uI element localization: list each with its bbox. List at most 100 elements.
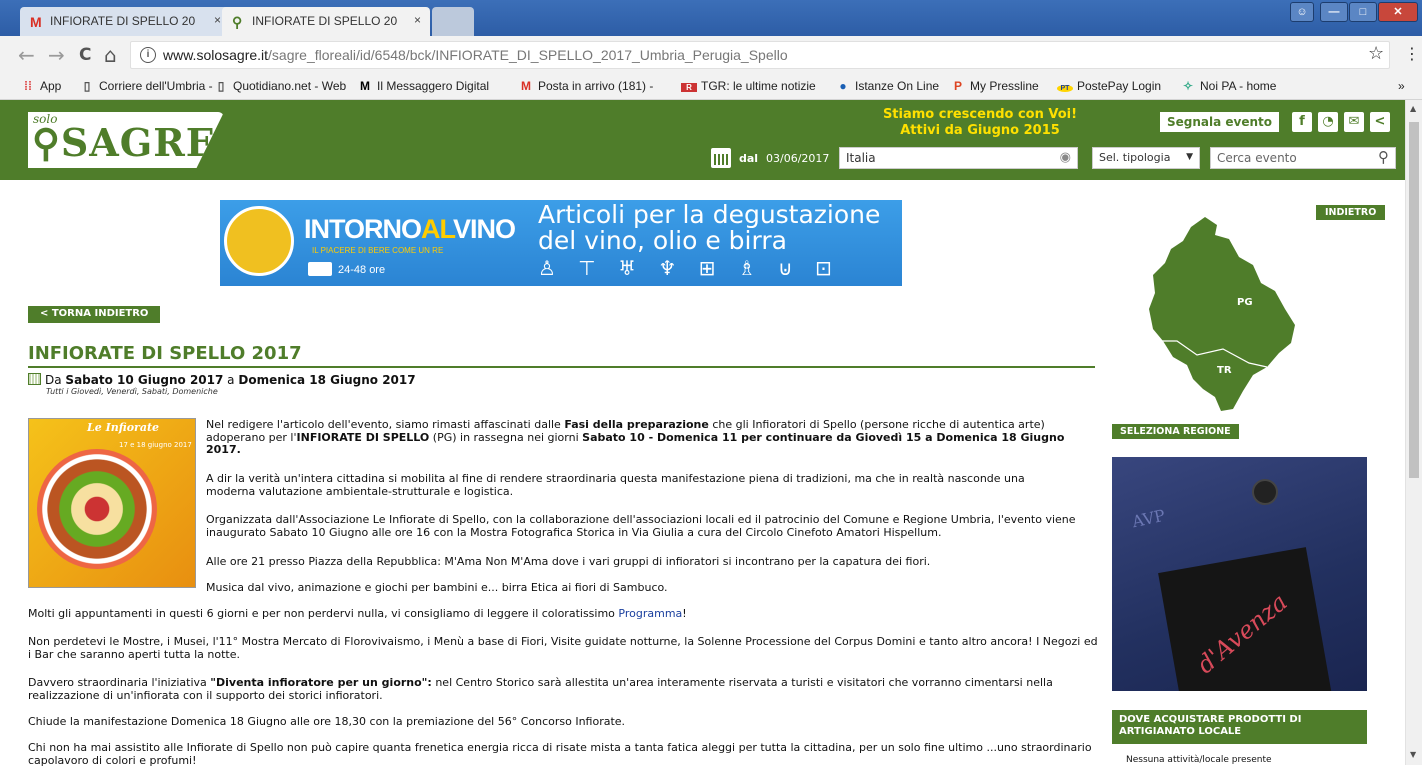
close-icon[interactable]: × xyxy=(414,13,421,27)
bookmark-corriere[interactable]: ▯ Corriere dell'Umbria - xyxy=(79,79,213,93)
poster-artwork xyxy=(37,449,157,569)
scrollbar-thumb[interactable] xyxy=(1409,122,1419,478)
bookmark-app[interactable]: ⁞⁞ App xyxy=(20,79,61,93)
date-prefix: Da xyxy=(45,373,62,387)
maximize-button[interactable]: □ xyxy=(1349,2,1377,22)
noipa-icon: ✧ xyxy=(1182,79,1194,93)
facebook-icon[interactable]: f xyxy=(1292,112,1312,132)
seleziona-regione-button[interactable]: SELEZIONA REGIONE xyxy=(1112,424,1239,439)
map-label-pg[interactable]: PG xyxy=(1237,297,1253,308)
date-from-label: dal xyxy=(739,152,759,165)
map-label-tr[interactable]: TR xyxy=(1217,365,1232,376)
sagre-favicon-icon: ⚲ xyxy=(232,14,243,30)
event-poster-image[interactable]: Le Infiorate 17 e 18 giugno 2017 xyxy=(28,418,196,588)
home-button[interactable]: ⌂ xyxy=(104,45,117,65)
bookmark-noipa[interactable]: ✧ Noi PA - home xyxy=(1180,79,1277,93)
calendar-icon xyxy=(28,373,41,385)
programma-link[interactable]: Programma xyxy=(618,607,682,620)
paragraph-10: Chi non ha mai assistito alle Infiorate … xyxy=(28,741,1092,767)
tab-1[interactable]: M INFIORATE DI SPELLO 20 × xyxy=(20,7,230,36)
browser-toolbar: ← → C ⌂ i www.solosagre.it/sagre_floreal… xyxy=(0,36,1422,74)
event-days: Tutti i Giovedì, Venerdì, Sabati, Domeni… xyxy=(46,387,218,396)
promo-text: Stiamo crescendo con Voi! Attivi da Giug… xyxy=(840,107,1120,139)
indietro-button[interactable]: INDIETRO xyxy=(1316,205,1386,220)
text: (PG) in rassegna nei giorni xyxy=(429,430,583,444)
date-from-value[interactable]: 03/06/2017 xyxy=(766,152,829,165)
chevron-down-icon: ▼ xyxy=(1186,152,1193,162)
fasi-link[interactable]: Fasi della preparazione xyxy=(564,418,709,431)
ad-stitch-text: AVP xyxy=(1130,505,1167,532)
gmail-icon: M xyxy=(30,14,42,30)
date-from: Sabato 10 Giugno 2017 xyxy=(65,373,224,387)
new-tab-button[interactable] xyxy=(432,7,474,36)
umbria-map[interactable]: PG TR xyxy=(1145,213,1297,413)
bookmark-posta[interactable]: M Posta in arrivo (181) - xyxy=(518,79,653,93)
bookmark-label: Noi PA - home xyxy=(1200,79,1277,93)
calendar-icon[interactable] xyxy=(711,148,731,168)
ad-label-patch: d'Avenza xyxy=(1158,547,1332,691)
solosagre-logo[interactable]: solo ⚲SAGRE xyxy=(28,112,224,168)
jacket-button-image xyxy=(1252,479,1278,505)
location-pin-icon[interactable]: ◉ xyxy=(1060,150,1071,165)
banner-delivery: 24-48 ore xyxy=(338,264,386,276)
ad-brand: d'Avenza xyxy=(1191,587,1293,680)
paragraph-7: Non perdetevi le Mostre, i Musei, l'11° … xyxy=(28,635,1098,661)
brand-part: INTORNO xyxy=(304,214,422,244)
bookmark-quotidiano[interactable]: ▯ Quotidiano.net - Web xyxy=(213,79,347,93)
paragraph-3: Organizzata dall'Associazione Le Infiora… xyxy=(206,513,1076,539)
title-divider xyxy=(28,366,1095,368)
tab-2[interactable]: ⚲ INFIORATE DI SPELLO 20 × xyxy=(222,7,430,36)
scroll-down-icon[interactable]: ▼ xyxy=(1410,750,1416,759)
search-icon[interactable]: ⚲ xyxy=(1378,148,1389,166)
davenza-ad[interactable]: AVP d'Avenza xyxy=(1112,457,1367,691)
segnala-evento-button[interactable]: Segnala evento xyxy=(1160,112,1280,132)
location-input[interactable]: Italia ◉ xyxy=(839,147,1078,169)
text: "Diventa infioratore per un giorno": xyxy=(210,676,432,689)
umbria-region-shape[interactable] xyxy=(1149,217,1295,411)
bookmark-pressline[interactable]: P My Pressline xyxy=(950,79,1039,93)
bookmark-star-icon[interactable]: ☆ xyxy=(1368,44,1384,64)
date-to: Domenica 18 Giugno 2017 xyxy=(238,373,416,387)
postepay-icon: PT xyxy=(1057,85,1073,92)
bookmarks-bar: ⁞⁞ App ▯ Corriere dell'Umbria - ▯ Quotidian… xyxy=(0,74,1422,100)
search-input[interactable]: Cerca evento ⚲ xyxy=(1210,147,1396,169)
paragraph-8: Davvero straordinaria l'iniziativa "Dive… xyxy=(28,676,1098,702)
rss-icon[interactable]: ◔ xyxy=(1318,112,1338,132)
close-icon[interactable]: × xyxy=(214,13,221,27)
bookmark-label: Il Messaggero Digital xyxy=(377,79,490,93)
forward-button[interactable]: → xyxy=(48,45,65,65)
apps-grid-icon: ⁞⁞ xyxy=(24,79,32,93)
minimize-button[interactable]: — xyxy=(1320,2,1348,22)
share-icon[interactable]: < xyxy=(1370,112,1390,132)
info-icon[interactable]: i xyxy=(140,47,156,63)
close-window-button[interactable]: ✕ xyxy=(1378,2,1418,22)
scroll-up-icon[interactable]: ▲ xyxy=(1410,104,1416,113)
back-button[interactable]: ← xyxy=(18,45,35,65)
bookmark-istanze[interactable]: ● Istanze On Line xyxy=(835,79,939,93)
menu-icon[interactable]: ⋮ xyxy=(1404,44,1420,64)
text: Molti gli appuntamenti in questi 6 giorn… xyxy=(28,607,619,620)
user-icon[interactable]: ☺ xyxy=(1290,2,1314,22)
tab-title: INFIORATE DI SPELLO 20 xyxy=(50,14,196,28)
address-bar[interactable]: i www.solosagre.it/sagre_floreali/id/654… xyxy=(130,41,1390,69)
brand-part: AL xyxy=(421,214,454,244)
reload-button[interactable]: C xyxy=(79,45,91,65)
istanze-icon: ● xyxy=(839,79,847,93)
paragraph-9: Chiude la manifestazione Domenica 18 Giu… xyxy=(28,715,626,728)
text: INFIORATE DI SPELLO xyxy=(296,430,430,444)
bookmarks-overflow-button[interactable]: » xyxy=(1398,79,1405,93)
page-scrollbar[interactable]: ▲ ▼ xyxy=(1405,100,1422,765)
bookmark-messaggero[interactable]: M Il Messaggero Digital xyxy=(357,79,489,93)
intornoalvino-banner[interactable]: INTORNOALVINO IL PIACERE DI BERE COME UN… xyxy=(220,200,902,286)
promo-line-2: Attivi da Giugno 2015 xyxy=(900,123,1060,138)
mail-icon[interactable]: ✉ xyxy=(1344,112,1364,132)
bookmark-tgr[interactable]: R TGR: le ultime notizie xyxy=(681,79,816,93)
bookmark-postepay[interactable]: PT PostePay Login xyxy=(1057,79,1161,93)
tipologia-select[interactable]: Sel. tipologia ▼ xyxy=(1092,147,1200,169)
bookmark-label: PostePay Login xyxy=(1077,79,1162,93)
torna-indietro-button[interactable]: < TORNA INDIETRO xyxy=(28,306,161,323)
dove-acquistare-header: DOVE ACQUISTARE PRODOTTI DI ARTIGIANATO … xyxy=(1112,710,1367,744)
bookmark-label: Istanze On Line xyxy=(855,79,940,93)
window-titlebar: M INFIORATE DI SPELLO 20 × ⚲ INFIORATE D… xyxy=(0,0,1422,36)
paragraph-4: Alle ore 21 presso Piazza della Repubbli… xyxy=(206,555,931,568)
